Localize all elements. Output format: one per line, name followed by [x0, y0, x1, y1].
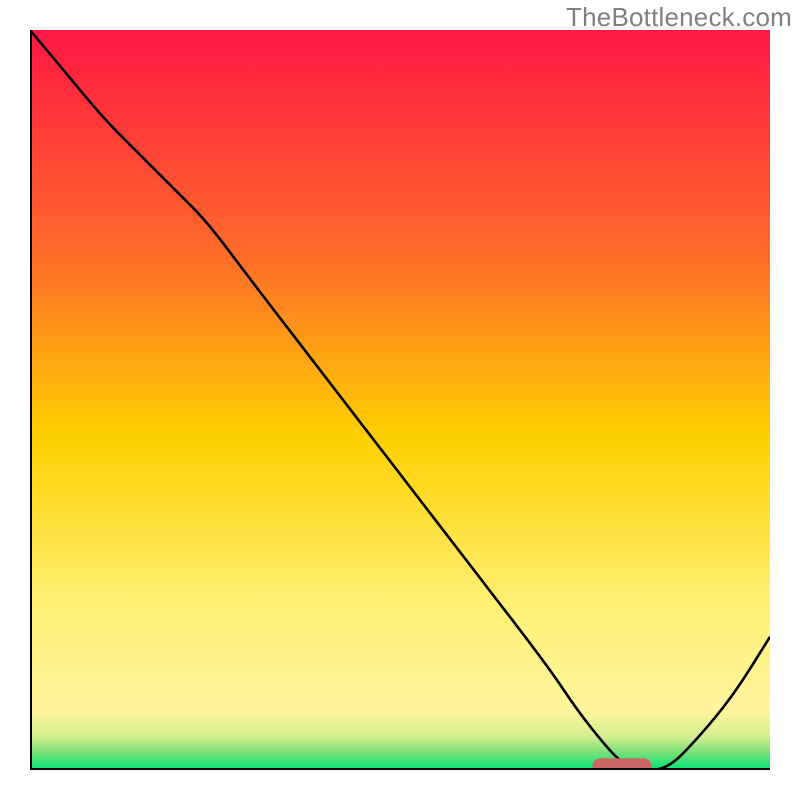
gradient-background: [30, 30, 770, 770]
watermark-text: TheBottleneck.com: [566, 2, 792, 33]
bottleneck-chart: [30, 30, 770, 770]
chart-container: TheBottleneck.com: [0, 0, 800, 800]
plot-area: [30, 30, 770, 770]
